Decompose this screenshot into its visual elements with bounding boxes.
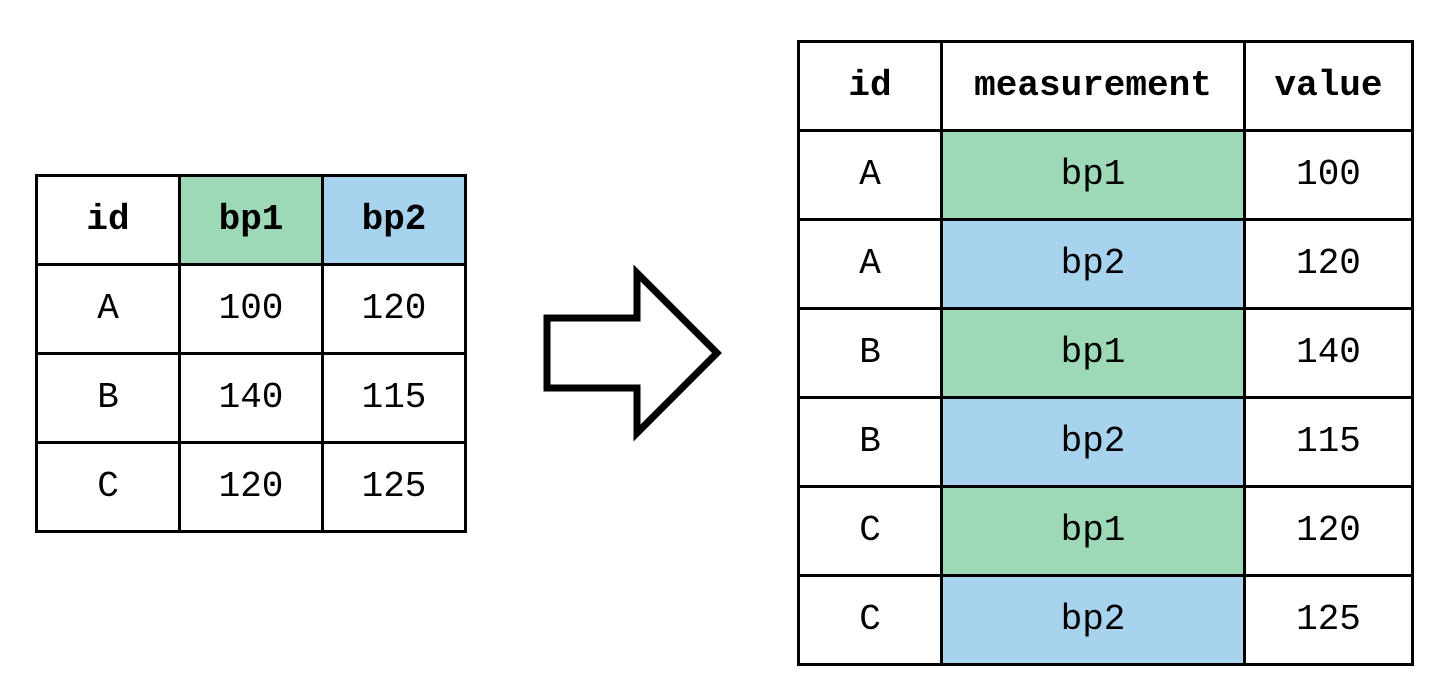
long-cell-id: C (799, 576, 942, 665)
wide-row: C 120 125 (37, 442, 466, 531)
long-cell-value: 115 (1245, 398, 1413, 487)
long-cell-measurement: bp2 (942, 398, 1245, 487)
wide-cell-bp2: 125 (323, 442, 466, 531)
long-row: A bp2 120 (799, 220, 1413, 309)
long-cell-value: 120 (1245, 220, 1413, 309)
wide-table-header-row: id bp1 bp2 (37, 175, 466, 264)
wide-cell-bp1: 120 (180, 442, 323, 531)
wide-cell-bp2: 120 (323, 264, 466, 353)
wide-header-id: id (37, 175, 180, 264)
long-row: B bp2 115 (799, 398, 1413, 487)
wide-cell-id: A (37, 264, 180, 353)
arrow-right-icon (537, 263, 727, 443)
long-cell-measurement: bp1 (942, 487, 1245, 576)
long-row: C bp1 120 (799, 487, 1413, 576)
wide-header-bp1: bp1 (180, 175, 323, 264)
long-cell-value: 125 (1245, 576, 1413, 665)
wide-cell-id: B (37, 353, 180, 442)
long-cell-measurement: bp1 (942, 309, 1245, 398)
long-row: A bp1 100 (799, 131, 1413, 220)
long-header-measurement: measurement (942, 42, 1245, 131)
long-table-header-row: id measurement value (799, 42, 1413, 131)
long-cell-id: B (799, 398, 942, 487)
long-row: B bp1 140 (799, 309, 1413, 398)
wide-row: A 100 120 (37, 264, 466, 353)
wide-table: id bp1 bp2 A 100 120 B 140 115 C (35, 174, 467, 533)
long-cell-id: A (799, 131, 942, 220)
long-row: C bp2 125 (799, 576, 1413, 665)
wide-cell-bp1: 100 (180, 264, 323, 353)
long-cell-value: 140 (1245, 309, 1413, 398)
long-cell-id: B (799, 309, 942, 398)
wide-cell-bp1: 140 (180, 353, 323, 442)
long-header-id: id (799, 42, 942, 131)
wide-row: B 140 115 (37, 353, 466, 442)
long-cell-id: C (799, 487, 942, 576)
diagram-stage: id bp1 bp2 A 100 120 B 140 115 C (0, 0, 1449, 695)
long-header-value: value (1245, 42, 1413, 131)
long-cell-measurement: bp2 (942, 220, 1245, 309)
wide-header-bp2: bp2 (323, 175, 466, 264)
long-table: id measurement value A bp1 100 A bp2 120… (797, 40, 1414, 666)
wide-cell-bp2: 115 (323, 353, 466, 442)
long-cell-measurement: bp2 (942, 576, 1245, 665)
long-cell-value: 120 (1245, 487, 1413, 576)
wide-cell-id: C (37, 442, 180, 531)
long-cell-id: A (799, 220, 942, 309)
long-cell-measurement: bp1 (942, 131, 1245, 220)
long-cell-value: 100 (1245, 131, 1413, 220)
